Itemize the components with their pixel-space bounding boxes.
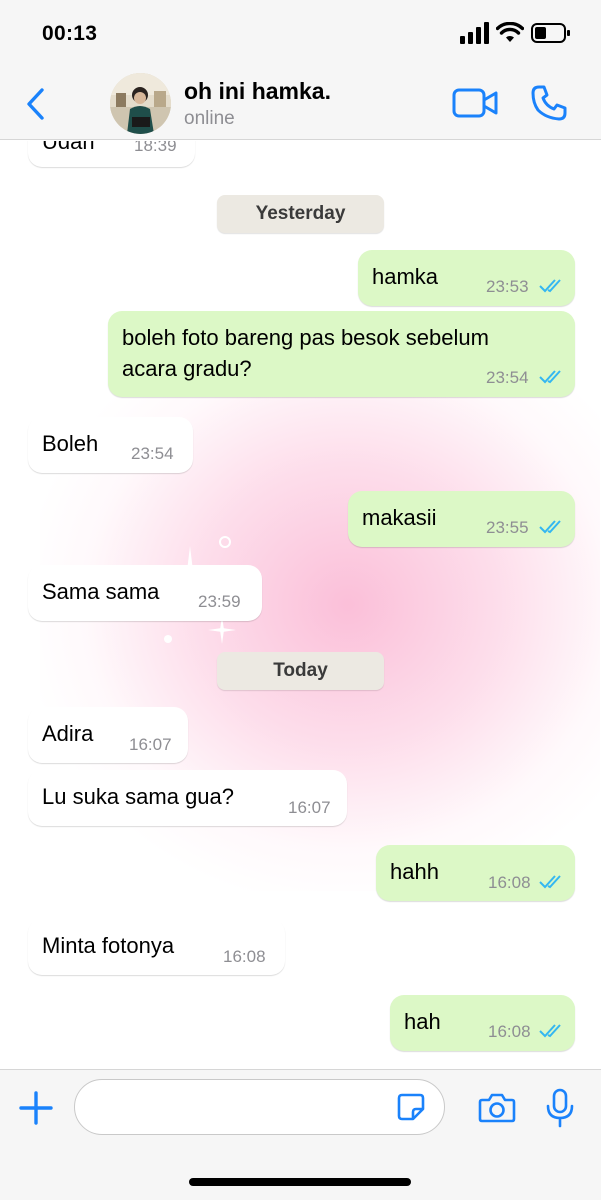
message-text: Sama sama [42, 579, 160, 604]
message-time: 16:07 [288, 798, 331, 817]
message-time: 23:53 [486, 277, 529, 296]
message-bubble-incoming[interactable]: Udah 18:39 [28, 141, 195, 167]
read-receipt-icon [539, 520, 561, 534]
read-receipt-icon [539, 875, 561, 889]
video-camera-icon [452, 88, 498, 118]
sticker-icon [397, 1093, 425, 1121]
message-bubble-incoming[interactable]: Sama sama 23:59 [28, 565, 262, 621]
message-bubble-outgoing[interactable]: makasii 23:55 [348, 491, 575, 547]
message-bubble-outgoing[interactable]: hamka 23:53 [358, 250, 575, 306]
message-bubble-incoming[interactable]: Minta fotonya 16:08 [28, 919, 285, 975]
attach-button[interactable] [18, 1090, 54, 1126]
input-bar [0, 1069, 601, 1200]
avatar[interactable] [110, 73, 171, 134]
contact-status: online [184, 108, 235, 129]
message-bubble-incoming[interactable]: Boleh 23:54 [28, 417, 193, 473]
message-bubble-incoming[interactable]: Adira 16:07 [28, 707, 188, 763]
message-text: makasii [362, 505, 437, 530]
sticker-button[interactable] [396, 1092, 426, 1122]
microphone-icon [546, 1088, 574, 1128]
camera-icon [478, 1093, 516, 1123]
avatar-photo [110, 73, 171, 134]
battery-icon [531, 23, 570, 43]
message-text: Adira [42, 721, 94, 746]
message-input[interactable] [74, 1079, 445, 1135]
message-text: boleh foto bareng pas besok sebelum [122, 325, 489, 350]
message-bubble-outgoing[interactable]: hah 16:08 [390, 995, 575, 1051]
message-time: 16:08 [223, 947, 266, 966]
message-text: hah [404, 1009, 441, 1034]
chevron-left-icon [27, 88, 44, 120]
status-time: 00:13 [42, 22, 98, 45]
message-time: 16:08 [488, 873, 531, 892]
status-bar: 00:13 [0, 0, 601, 66]
camera-button[interactable] [478, 1092, 516, 1124]
message-time: 23:55 [486, 518, 529, 537]
day-separator-yesterday: Yesterday [217, 195, 384, 233]
message-bubble-outgoing[interactable]: hahh 16:08 [376, 845, 575, 901]
back-button[interactable] [22, 84, 50, 124]
read-receipt-icon [539, 1024, 561, 1038]
read-receipt-icon [539, 370, 561, 384]
mic-button[interactable] [545, 1088, 575, 1128]
message-text: Boleh [42, 431, 99, 456]
cellular-signal-icon [460, 22, 489, 44]
message-text: hamka [372, 264, 439, 289]
message-time: 18:39 [134, 141, 177, 155]
wifi-icon [496, 22, 524, 42]
read-receipt-icon [539, 279, 561, 293]
voice-call-button[interactable] [530, 84, 568, 122]
message-text: Udah [42, 141, 95, 154]
home-indicator [189, 1178, 411, 1186]
message-bubble-outgoing[interactable]: boleh foto bareng pas besok sebelum acar… [108, 311, 575, 397]
message-text: Lu suka sama gua? [42, 784, 235, 809]
chat-header: oh ini hamka. online [0, 66, 601, 140]
day-separator-today: Today [217, 652, 384, 690]
chat-area[interactable]: Udah 18:39 Yesterday hamka 23:53 boleh f… [0, 141, 601, 1069]
message-text-line-2: acara gradu? [122, 356, 252, 381]
phone-icon [531, 85, 567, 121]
message-bubble-incoming[interactable]: Lu suka sama gua? 16:07 [28, 770, 347, 826]
message-time: 16:07 [129, 735, 172, 754]
contact-name[interactable]: oh ini hamka. [184, 78, 331, 105]
message-time: 23:54 [131, 444, 174, 463]
message-text: Minta fotonya [42, 933, 175, 958]
plus-icon [19, 1091, 53, 1125]
message-time: 23:59 [198, 592, 241, 611]
message-time: 23:54 [486, 368, 529, 387]
message-text: hahh [390, 859, 439, 884]
video-call-button[interactable] [452, 88, 498, 118]
message-time: 16:08 [488, 1022, 531, 1041]
